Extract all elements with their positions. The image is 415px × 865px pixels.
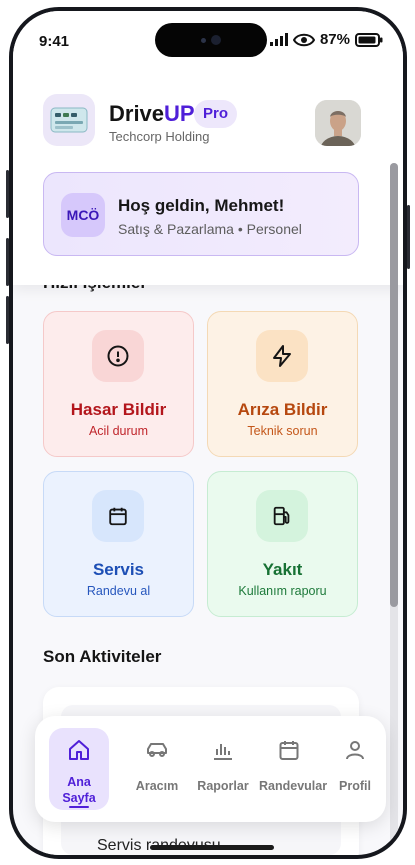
- brand-accent: UP: [164, 101, 195, 126]
- fuel-icon: [273, 506, 290, 526]
- welcome-card: MCÖ Hoş geldin, Mehmet! Satış & Pazarlam…: [43, 172, 359, 256]
- power-button: [407, 205, 410, 269]
- avatar[interactable]: [315, 100, 361, 146]
- fuel-card[interactable]: Yakıt Kullanım raporu: [207, 471, 358, 617]
- bar-chart-icon: [214, 744, 232, 760]
- app-header: DriveUP Pro Techcorp Holding MCÖ Hoş gel…: [13, 67, 403, 285]
- tab-profile[interactable]: Profil: [325, 728, 385, 810]
- recent-activities-title: Son Aktiviteler: [43, 647, 162, 666]
- home-indicator[interactable]: [150, 845, 274, 850]
- scrollbar-thumb[interactable]: [390, 163, 398, 607]
- alert-circle-icon-box: [92, 330, 144, 382]
- tab-label: Raporlar: [197, 779, 249, 793]
- status-bar: 9:41 87%: [13, 11, 403, 67]
- status-indicators: 87%: [269, 31, 383, 48]
- card-title: Yakıt: [262, 560, 303, 579]
- card-subtitle: Randevu al: [86, 584, 151, 598]
- signal-icon: [269, 33, 288, 46]
- phone-frame: 9:41 87% DriveUP Pro Techcorp Holding MC…: [9, 7, 407, 859]
- scrollbar[interactable]: [390, 163, 398, 855]
- lightning-icon: [273, 345, 291, 367]
- card-logo-icon: [50, 107, 88, 133]
- company-name: Techcorp Holding: [109, 129, 210, 144]
- battery-icon: [355, 32, 383, 47]
- calendar-icon-box: [92, 490, 144, 542]
- home-icon: [69, 740, 89, 760]
- welcome-title: Hoş geldin, Mehmet!: [118, 196, 285, 215]
- pro-badge: Pro: [194, 100, 238, 128]
- calendar-icon: [109, 507, 127, 526]
- car-icon: [147, 743, 167, 757]
- tab-label: Aracım: [135, 779, 179, 793]
- user-initials: MCÖ: [61, 193, 105, 237]
- tab-reports[interactable]: Raporlar: [193, 728, 253, 810]
- tab-appointments[interactable]: Randevular: [259, 728, 328, 810]
- alert-circle-icon: [107, 345, 129, 367]
- tab-label: Ana Sayfa: [62, 775, 96, 805]
- welcome-subtitle: Satış & Pazarlama • Personel: [118, 221, 302, 237]
- tab-my-car[interactable]: Aracım: [127, 728, 187, 810]
- app-logo: [43, 94, 95, 146]
- brand-name: DriveUP: [109, 101, 195, 127]
- card-title: Hasar Bildir: [70, 400, 167, 419]
- fault-report-card[interactable]: Arıza Bildir Teknik sorun: [207, 311, 358, 457]
- calendar-icon: [279, 741, 299, 760]
- tab-label: Profil: [339, 779, 371, 793]
- bottom-tab-bar: Ana Sayfa Aracım Raporlar Randevular Pro…: [35, 716, 386, 822]
- fuel-icon-box: [256, 490, 308, 542]
- card-subtitle: Kullanım raporu: [238, 584, 327, 598]
- card-subtitle: Acil durum: [88, 424, 149, 438]
- status-time: 9:41: [39, 33, 70, 50]
- tab-label: Randevular: [259, 779, 328, 793]
- lightning-icon-box: [256, 330, 308, 382]
- tab-home[interactable]: Ana Sayfa: [49, 728, 109, 810]
- brand-main: Drive: [109, 101, 165, 126]
- dynamic-island: [155, 23, 267, 57]
- card-title: Servis: [92, 560, 145, 579]
- service-card[interactable]: Servis Randevu al: [43, 471, 194, 617]
- battery-percentage: 87%: [319, 31, 350, 48]
- card-subtitle: Teknik sorun: [247, 424, 318, 438]
- card-title: Arıza Bildir: [237, 400, 328, 419]
- user-icon: [346, 741, 364, 760]
- eye-icon: [292, 33, 315, 46]
- avatar-photo: [315, 100, 361, 146]
- active-tab-indicator: [69, 806, 89, 808]
- damage-report-card[interactable]: Hasar Bildir Acil durum: [43, 311, 194, 457]
